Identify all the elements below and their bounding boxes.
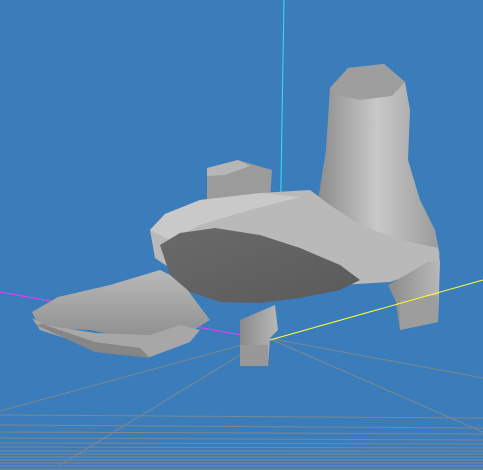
shoe-model[interactable] — [32, 64, 440, 366]
scene-canvas[interactable] — [0, 0, 483, 470]
3d-viewport[interactable] — [0, 0, 483, 470]
